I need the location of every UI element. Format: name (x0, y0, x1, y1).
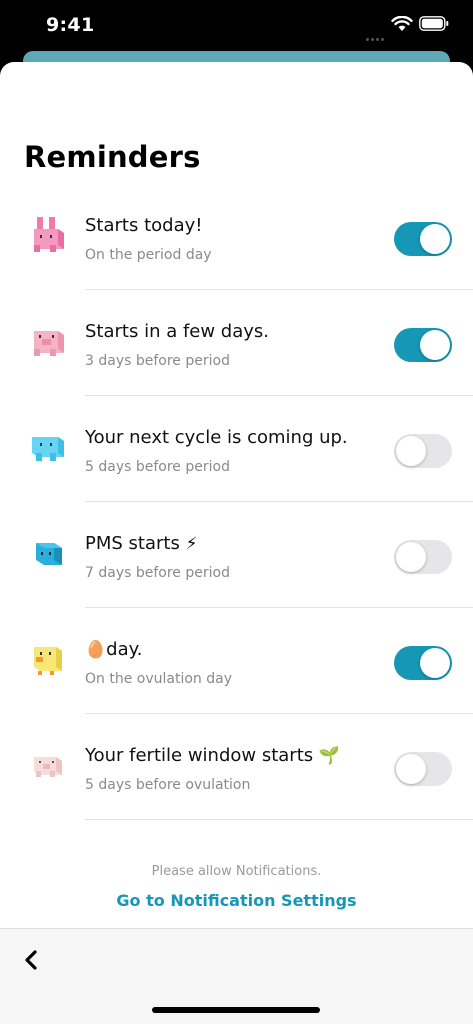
back-chevron-icon[interactable] (18, 947, 44, 973)
reminder-title: Your next cycle is coming up. (85, 427, 348, 448)
reminder-row: 🥚day. On the ovulation day (0, 608, 473, 714)
notification-notice: Please allow Notifications. (151, 864, 322, 879)
toggle-knob (396, 754, 426, 784)
reminder-toggle[interactable] (394, 540, 452, 574)
page-title: Reminders (24, 140, 201, 174)
signal-icon (366, 28, 386, 41)
reminder-row: Your fertile window starts 🌱 5 days befo… (0, 714, 473, 820)
reminder-title: 🥚day. (85, 639, 143, 660)
reminder-subtitle: On the ovulation day (85, 671, 232, 687)
toggle-knob (396, 436, 426, 466)
reminders-sheet: Reminders Starts today! On the period da… (0, 62, 473, 1024)
reminder-row: Your next cycle is coming up. 5 days bef… (0, 396, 473, 502)
reminder-subtitle: 5 days before period (85, 459, 230, 475)
toggle-knob (420, 330, 450, 360)
reminder-row: Starts in a few days. 3 days before peri… (0, 290, 473, 396)
light-pink-pig-mascot-icon (34, 757, 62, 777)
toggle-knob (420, 224, 450, 254)
reminder-title: Starts in a few days. (85, 321, 270, 342)
reminder-title: PMS starts ⚡ (85, 533, 198, 554)
divider (85, 819, 473, 820)
toggle-knob (396, 542, 426, 572)
reminder-subtitle: 3 days before period (85, 353, 230, 369)
reminder-subtitle: On the period day (85, 247, 212, 263)
status-time: 9:41 (46, 14, 95, 36)
blue-cube-mascot-icon (36, 543, 62, 565)
notification-settings-link[interactable]: Go to Notification Settings (0, 891, 473, 910)
reminder-row: Starts today! On the period day (0, 184, 473, 290)
battery-icon (419, 16, 449, 31)
reminder-toggle[interactable] (394, 328, 452, 362)
reminder-toggle[interactable] (394, 752, 452, 786)
light-blue-creature-mascot-icon (32, 437, 64, 461)
reminder-subtitle: 7 days before period (85, 565, 230, 581)
reminder-title: Your fertile window starts 🌱 (85, 745, 341, 766)
toggle-knob (420, 648, 450, 678)
wifi-icon (391, 16, 413, 31)
reminder-row: PMS starts ⚡ 7 days before period (0, 502, 473, 608)
home-indicator[interactable] (152, 1007, 320, 1013)
reminder-toggle[interactable] (394, 646, 452, 680)
pink-bunny-mascot-icon (34, 217, 64, 252)
yellow-chick-mascot-icon (34, 647, 62, 675)
reminder-subtitle: 5 days before ovulation (85, 777, 251, 793)
reminder-toggle[interactable] (394, 222, 452, 256)
reminder-title: Starts today! (85, 215, 203, 236)
reminder-toggle[interactable] (394, 434, 452, 468)
reminders-list: Starts today! On the period day Starts i… (0, 184, 473, 820)
pink-pig-mascot-icon (34, 331, 64, 356)
lightning-icon: ⚡ (185, 534, 198, 554)
seedling-icon: 🌱 (318, 746, 341, 766)
status-bar: 9:41 (0, 0, 473, 52)
egg-icon: 🥚 (85, 640, 107, 660)
